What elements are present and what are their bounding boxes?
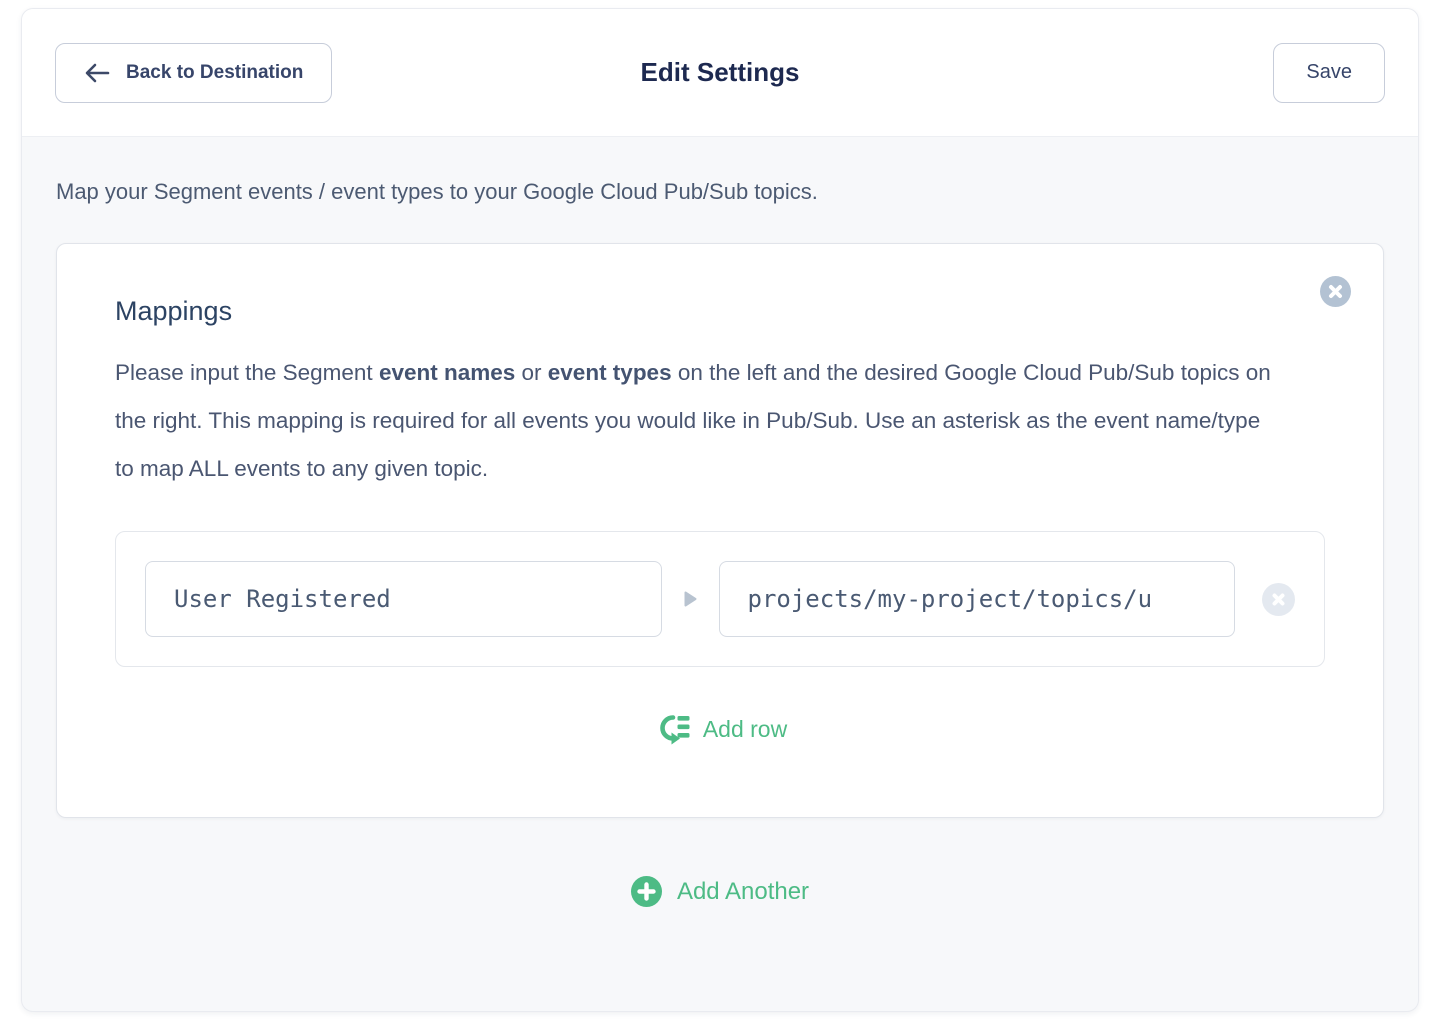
mappings-description: Please input the Segment event names or …: [115, 349, 1285, 493]
header: Back to Destination Edit Settings Save: [22, 9, 1418, 137]
desc-bold-event-types: event types: [548, 360, 672, 385]
topic-input[interactable]: [719, 561, 1236, 637]
back-to-destination-button[interactable]: Back to Destination: [55, 43, 332, 103]
desc-part1: Please input the Segment: [115, 360, 379, 385]
add-another-button[interactable]: Add Another: [56, 876, 1384, 907]
close-icon: [1271, 592, 1286, 607]
mapping-row: [115, 531, 1325, 667]
desc-bold-event-names: event names: [379, 360, 515, 385]
maps-to-arrow-icon: [684, 591, 697, 607]
mappings-card: Mappings Please input the Segment event …: [56, 243, 1384, 818]
page-description: Map your Segment events / event types to…: [56, 177, 1384, 207]
add-another-label: Add Another: [677, 878, 809, 906]
plus-circle-icon: [631, 876, 662, 907]
back-button-label: Back to Destination: [126, 62, 303, 84]
insert-row-icon: [653, 713, 690, 745]
desc-part2: or: [515, 360, 548, 385]
delete-row-button[interactable]: [1262, 583, 1295, 616]
save-button[interactable]: Save: [1273, 43, 1385, 103]
back-arrow-icon: [84, 62, 110, 84]
card-close-button[interactable]: [1320, 276, 1351, 307]
add-row-label: Add row: [703, 716, 787, 743]
close-icon: [1328, 284, 1343, 299]
event-name-input[interactable]: [145, 561, 662, 637]
mappings-title: Mappings: [115, 296, 1325, 327]
settings-panel: Back to Destination Edit Settings Save M…: [21, 8, 1419, 1012]
add-row-button[interactable]: Add row: [115, 713, 1325, 745]
save-button-label: Save: [1306, 61, 1352, 84]
settings-body: Map your Segment events / event types to…: [22, 137, 1418, 907]
